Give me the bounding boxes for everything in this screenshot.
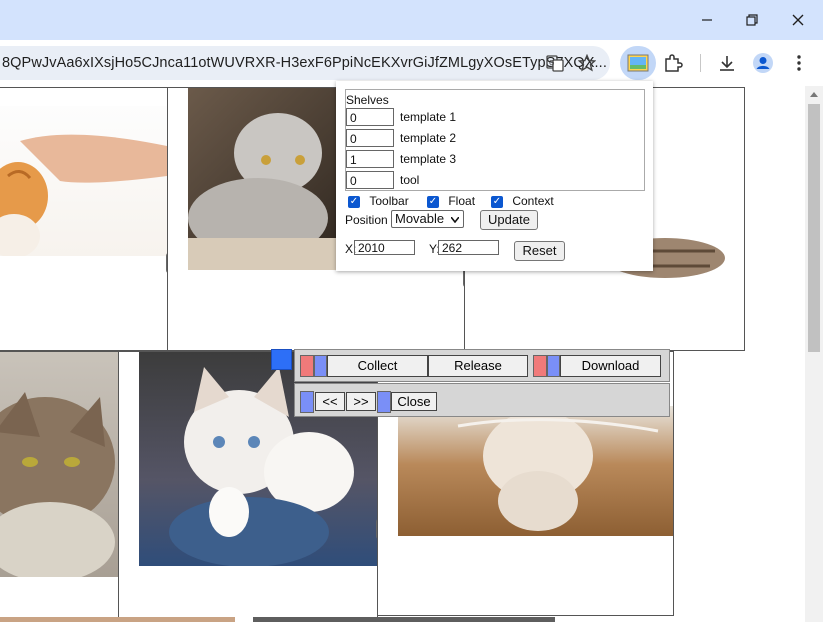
checkmark-icon: ✓ [427, 195, 439, 208]
cat-photo-fluffy-persian-image [457, 411, 659, 531]
collect-button[interactable]: Collect [327, 355, 428, 377]
vertical-scrollbar[interactable] [805, 86, 823, 622]
address-bar[interactable]: 8QPwJvAa6xIXsjHo5CJnca11otWUVRXR-H3exF6P… [0, 46, 610, 80]
shelf-row: 1 template 3 [346, 149, 456, 169]
option-float[interactable]: ✓ Float [427, 194, 475, 208]
minimize-icon [702, 19, 712, 21]
shelf-row: 0 template 1 [346, 107, 456, 127]
star-icon [578, 54, 596, 72]
next-button[interactable]: >> [346, 392, 376, 411]
active-extension-button[interactable] [620, 46, 656, 80]
close-window-button[interactable] [783, 8, 813, 32]
translate-icon: G [546, 55, 564, 72]
cat-photo-hand-image [0, 134, 167, 258]
option-toolbar[interactable]: ✓ Toolbar [348, 194, 409, 208]
cat-photo-grey-scottish-fold[interactable] [188, 88, 338, 270]
color-swatch-red[interactable] [533, 355, 547, 377]
shelf-row: 0 tool [346, 170, 419, 190]
image-card-partial [0, 617, 235, 622]
option-label: Float [448, 194, 476, 208]
previous-button[interactable]: << [315, 392, 345, 411]
shelf-label: template 2 [400, 131, 457, 145]
shelf-count-input[interactable]: 0 [346, 129, 394, 147]
checkmark-icon: ✓ [348, 195, 360, 208]
shelves-label: Shelves [346, 93, 389, 107]
extension-image-icon [627, 54, 649, 72]
reset-button[interactable]: Reset [514, 241, 565, 261]
close-icon [792, 14, 804, 26]
shelves-group: Shelves 0 template 1 0 template 2 1 temp… [345, 89, 645, 191]
shelf-label: template 1 [400, 110, 457, 124]
shelf-count-input[interactable]: 0 [346, 108, 394, 126]
url-text: 8QPwJvAa6xIXsjHo5CJnca11otWUVRXR-H3exF6P… [2, 55, 607, 71]
color-swatch-blue[interactable] [314, 355, 327, 377]
download-icon [720, 56, 734, 71]
color-swatch-blue[interactable] [547, 355, 560, 377]
y-coordinate-input[interactable]: 262 [438, 240, 499, 255]
cat-photo-tabby-sitting-image [0, 392, 115, 582]
color-swatch-blue[interactable] [300, 391, 314, 413]
color-swatch-red[interactable] [300, 355, 314, 377]
restore-button[interactable] [737, 8, 767, 32]
shelf-row: 0 template 2 [346, 128, 456, 148]
option-label: Context [512, 194, 554, 208]
browser-toolbar: 8QPwJvAa6xIXsjHo5CJnca11otWUVRXR-H3exF6P… [0, 40, 823, 86]
restore-icon [746, 14, 758, 26]
avatar-icon [753, 53, 773, 73]
downloads-button[interactable] [714, 50, 740, 76]
option-context[interactable]: ✓ Context [491, 194, 554, 208]
puzzle-icon [665, 54, 683, 72]
svg-text:G: G [549, 59, 554, 67]
checkmark-icon: ✓ [491, 195, 503, 208]
extension-settings-panel: Shelves 0 template 1 0 template 2 1 temp… [336, 81, 653, 271]
cat-photo-tabby-sitting[interactable] [0, 352, 118, 582]
download-button[interactable]: Download [560, 355, 661, 377]
shelf-label: tool [400, 173, 420, 187]
release-button[interactable]: Release [428, 355, 528, 377]
profile-button[interactable] [750, 50, 776, 76]
color-swatch-blue[interactable] [377, 391, 391, 413]
float-toolbar-top: Collect Release Download [294, 349, 670, 382]
close-button[interactable]: Close [391, 392, 437, 411]
shelf-count-input[interactable]: 1 [346, 150, 394, 168]
kebab-menu-icon [797, 55, 801, 71]
scroll-up-arrow[interactable] [810, 92, 818, 97]
image-card-partial [253, 617, 555, 622]
position-select[interactable]: Movable [391, 210, 464, 228]
scrollbar-thumb[interactable] [808, 104, 820, 352]
chevron-down-icon [451, 217, 459, 223]
update-button[interactable]: Update [480, 210, 538, 230]
minimize-button[interactable] [692, 8, 722, 32]
cat-photo-hand[interactable] [0, 106, 167, 258]
x-coordinate-input[interactable]: 2010 [354, 240, 415, 255]
shelf-label: template 3 [400, 152, 457, 166]
toolbar-divider [700, 54, 701, 72]
bookmark-star-button[interactable] [574, 50, 600, 76]
title-bar [0, 0, 823, 40]
option-label: Toolbar [369, 194, 409, 208]
translate-button[interactable]: G [542, 50, 568, 76]
cat-photo-grey-image [188, 113, 338, 270]
cat-photo-fluffy-persian[interactable] [398, 406, 673, 536]
shelf-count-input[interactable]: 0 [346, 171, 394, 189]
float-toolbar-bottom: << >> Close [294, 383, 670, 417]
position-select-value: Movable [395, 211, 445, 226]
float-drag-handle[interactable] [271, 349, 292, 370]
menu-button[interactable] [786, 50, 812, 76]
position-label: Position [345, 213, 388, 227]
extensions-button[interactable] [660, 50, 686, 76]
